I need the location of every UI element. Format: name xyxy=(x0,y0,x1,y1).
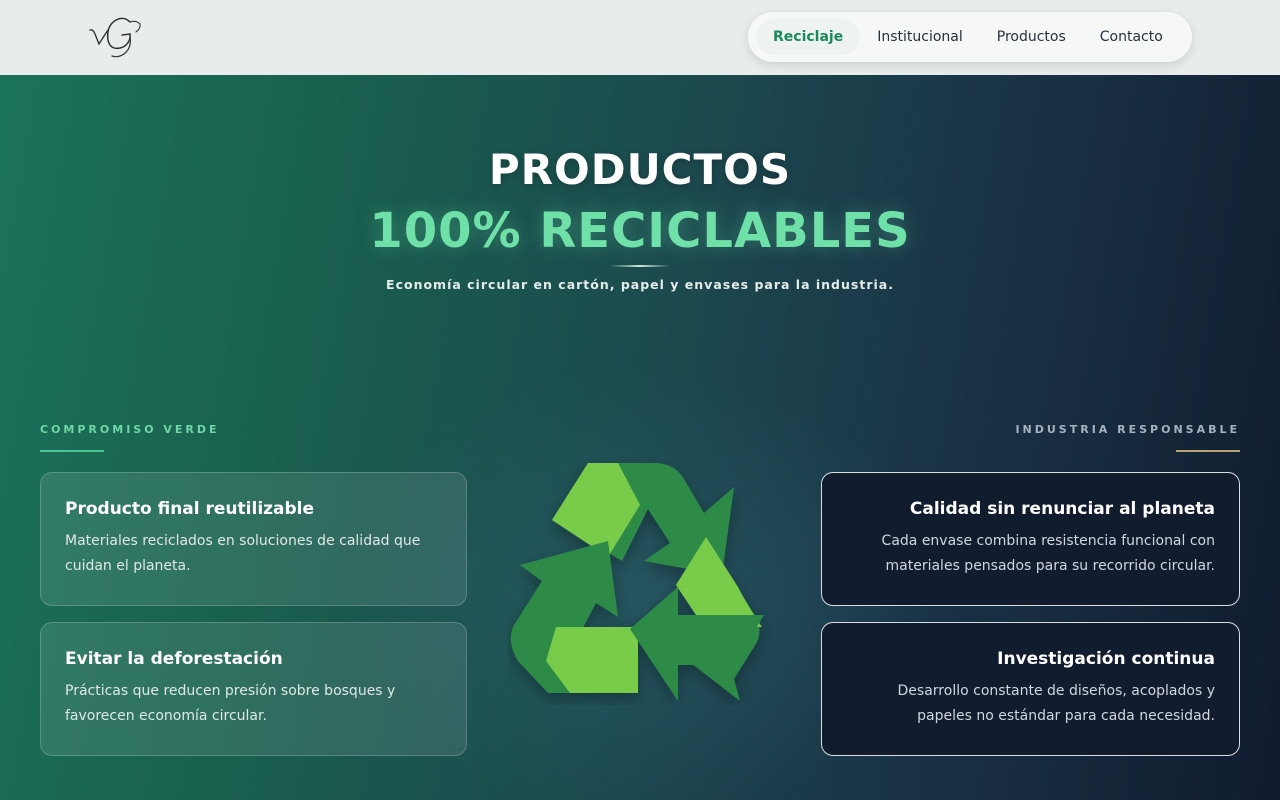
card-title: Calidad sin renunciar al planeta xyxy=(909,499,1215,519)
card-text: Materiales reciclados en soluciones de c… xyxy=(65,533,421,574)
hero-section: PRODUCTOS 100% RECICLABLES Economía circ… xyxy=(0,75,1280,800)
site-header: Reciclaje Institucional Productos Contac… xyxy=(0,0,1280,75)
card-text: Cada envase combina resistencia funciona… xyxy=(881,533,1215,574)
feature-card-deforestacion: Evitar la deforestación Prácticas que re… xyxy=(40,622,467,756)
nav-productos[interactable]: Productos xyxy=(980,19,1083,55)
feature-card-reutilizable: Producto final reutilizable Materiales r… xyxy=(40,472,467,606)
card-title: Producto final reutilizable xyxy=(65,499,315,519)
nav-reciclaje[interactable]: Reciclaje xyxy=(756,19,861,55)
recycle-icon xyxy=(508,457,772,705)
main-nav: Reciclaje Institucional Productos Contac… xyxy=(748,12,1192,62)
eyebrow-underline-left xyxy=(40,450,104,452)
card-title: Investigación continua xyxy=(997,649,1215,669)
card-text: Desarrollo constante de diseños, acoplad… xyxy=(897,683,1215,724)
eyebrow-compromiso-verde: COMPROMISO VERDE xyxy=(40,423,220,436)
eyebrow-underline-right xyxy=(1176,450,1240,452)
title-divider xyxy=(610,265,670,267)
eyebrow-industria-responsable: INDUSTRIA RESPONSABLE xyxy=(1015,423,1240,436)
hero-title-line2: 100% RECICLABLES xyxy=(369,203,911,259)
nav-contacto[interactable]: Contacto xyxy=(1083,19,1180,55)
vg-monogram-logo[interactable] xyxy=(84,12,148,62)
card-title: Evitar la deforestación xyxy=(65,649,283,669)
hero-title-line1: PRODUCTOS xyxy=(488,145,792,194)
hero-subtitle: Economía circular en cartón, papel y env… xyxy=(386,277,894,292)
feature-card-investigacion: Investigación continua Desarrollo consta… xyxy=(821,622,1240,756)
card-text: Prácticas que reducen presión sobre bosq… xyxy=(65,683,396,724)
feature-card-calidad: Calidad sin renunciar al planeta Cada en… xyxy=(821,472,1240,606)
nav-institucional[interactable]: Institucional xyxy=(860,19,980,55)
